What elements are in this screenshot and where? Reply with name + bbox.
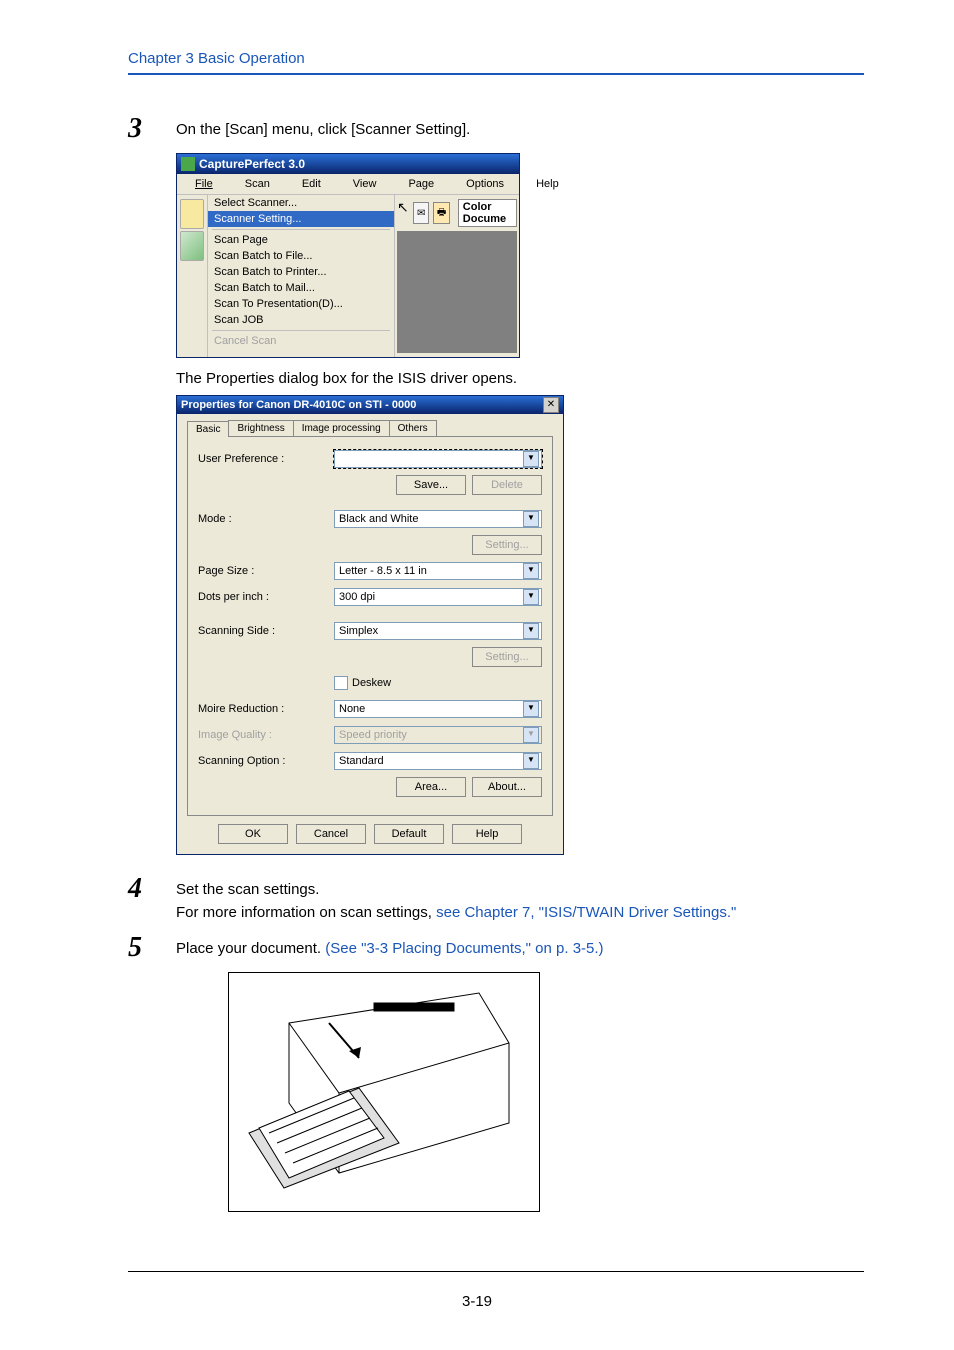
lbl-mode: Mode : bbox=[198, 513, 334, 525]
step-4-line2a: For more information on scan settings, bbox=[176, 904, 436, 921]
cursor-icon: ↖ bbox=[397, 199, 409, 216]
lbl-page-size: Page Size : bbox=[198, 565, 334, 577]
lbl-scanning-side: Scanning Side : bbox=[198, 625, 334, 637]
footer-rule bbox=[128, 1271, 864, 1272]
dd-sep-2 bbox=[212, 330, 390, 331]
side-setting-button: Setting... bbox=[472, 647, 542, 667]
combo-mode[interactable]: Black and White▼ bbox=[334, 510, 542, 528]
delete-button: Delete bbox=[472, 475, 542, 495]
dd-scan-batch-file[interactable]: Scan Batch to File... bbox=[208, 248, 394, 264]
dd-select-scanner[interactable]: Select Scanner... bbox=[208, 195, 394, 211]
lbl-deskew: Deskew bbox=[352, 677, 391, 689]
menu-page[interactable]: Page bbox=[392, 176, 450, 192]
combo-page-size[interactable]: Letter - 8.5 x 11 in▼ bbox=[334, 562, 542, 580]
chevron-down-icon: ▼ bbox=[523, 727, 539, 743]
cp-content-area bbox=[397, 231, 517, 353]
menu-view[interactable]: View bbox=[337, 176, 393, 192]
mail-icon[interactable]: ✉ bbox=[413, 202, 429, 224]
dd-scan-batch-mail[interactable]: Scan Batch to Mail... bbox=[208, 280, 394, 296]
scanner-svg bbox=[229, 973, 539, 1211]
props-title: Properties for Canon DR-4010C on STI - 0… bbox=[181, 399, 416, 411]
menu-scan[interactable]: Scan bbox=[229, 176, 286, 192]
chevron-down-icon: ▼ bbox=[523, 701, 539, 717]
lbl-image-quality: Image Quality : bbox=[198, 729, 334, 741]
cp-toolbar-left bbox=[177, 195, 208, 357]
dd-scan-batch-printer[interactable]: Scan Batch to Printer... bbox=[208, 264, 394, 280]
tab-basic[interactable]: Basic bbox=[187, 421, 229, 437]
cancel-button[interactable]: Cancel bbox=[296, 824, 366, 844]
tab-image-processing[interactable]: Image processing bbox=[293, 420, 390, 436]
cp-titlebar: CapturePerfect 3.0 bbox=[177, 154, 519, 174]
app-icon bbox=[181, 157, 195, 171]
chevron-down-icon: ▼ bbox=[523, 511, 539, 527]
default-button[interactable]: Default bbox=[374, 824, 444, 844]
color-docs-button[interactable]: Color Docume bbox=[458, 199, 517, 227]
page-number: 3-19 bbox=[0, 1293, 954, 1310]
lbl-dpi: Dots per inch : bbox=[198, 591, 334, 603]
combo-dpi[interactable]: 300 dpi▼ bbox=[334, 588, 542, 606]
chevron-down-icon: ▼ bbox=[523, 753, 539, 769]
lbl-scanning-option: Scanning Option : bbox=[198, 755, 334, 767]
step-5-number: 5 bbox=[128, 934, 176, 962]
step-4-number: 4 bbox=[128, 875, 176, 903]
scan-dropdown: Select Scanner... Scanner Setting... Sca… bbox=[208, 195, 394, 357]
header-rule bbox=[128, 73, 864, 75]
dd-scan-presentation[interactable]: Scan To Presentation(D)... bbox=[208, 296, 394, 312]
area-button[interactable]: Area... bbox=[396, 777, 466, 797]
help-button[interactable]: Help bbox=[452, 824, 522, 844]
menu-file[interactable]: File bbox=[179, 176, 229, 192]
step-4-line1: Set the scan settings. bbox=[176, 879, 864, 902]
chevron-down-icon: ▼ bbox=[523, 623, 539, 639]
tab-brightness[interactable]: Brightness bbox=[228, 420, 293, 436]
captureperfect-window: CapturePerfect 3.0 File Scan Edit View P… bbox=[176, 153, 520, 358]
printer-icon[interactable]: 🖶 bbox=[433, 202, 449, 224]
cp-right-pane: ↖ ✉ 🖶 Color Docume bbox=[394, 195, 519, 357]
combo-scanning-side[interactable]: Simplex▼ bbox=[334, 622, 542, 640]
ok-button[interactable]: OK bbox=[218, 824, 288, 844]
tab-others[interactable]: Others bbox=[389, 420, 437, 436]
step-3-text: On the [Scan] menu, click [Scanner Setti… bbox=[176, 115, 864, 142]
combo-user-pref[interactable]: ▼ bbox=[334, 450, 542, 468]
properties-dialog: Properties for Canon DR-4010C on STI - 0… bbox=[176, 395, 564, 855]
combo-moire[interactable]: None▼ bbox=[334, 700, 542, 718]
lbl-moire: Moire Reduction : bbox=[198, 703, 334, 715]
dd-scan-page[interactable]: Scan Page bbox=[208, 232, 394, 248]
props-tabs: Basic Brightness Image processing Others bbox=[187, 420, 553, 437]
props-titlebar: Properties for Canon DR-4010C on STI - 0… bbox=[177, 396, 563, 414]
menu-options[interactable]: Options bbox=[450, 176, 520, 192]
combo-image-quality: Speed priority▼ bbox=[334, 726, 542, 744]
deskew-checkbox[interactable]: Deskew bbox=[334, 676, 391, 690]
combo-scanning-option[interactable]: Standard▼ bbox=[334, 752, 542, 770]
scan-icon[interactable] bbox=[180, 231, 204, 261]
chevron-down-icon: ▼ bbox=[523, 589, 539, 605]
checkbox-icon bbox=[334, 676, 348, 690]
menu-edit[interactable]: Edit bbox=[286, 176, 337, 192]
close-icon[interactable]: ✕ bbox=[543, 397, 559, 413]
dd-cancel-scan: Cancel Scan bbox=[208, 333, 394, 349]
menu-help[interactable]: Help bbox=[520, 176, 575, 192]
chevron-down-icon: ▼ bbox=[523, 451, 539, 467]
cp-menubar: File Scan Edit View Page Options Help bbox=[177, 174, 519, 194]
link-chapter-7[interactable]: see Chapter 7, "ISIS/TWAIN Driver Settin… bbox=[436, 904, 736, 921]
about-button[interactable]: About... bbox=[472, 777, 542, 797]
chevron-down-icon: ▼ bbox=[523, 563, 539, 579]
between-text: The Properties dialog box for the ISIS d… bbox=[176, 370, 864, 387]
lbl-user-pref: User Preference : bbox=[198, 453, 334, 465]
chapter-header: Chapter 3 Basic Operation bbox=[128, 50, 864, 67]
mode-setting-button: Setting... bbox=[472, 535, 542, 555]
save-button[interactable]: Save... bbox=[396, 475, 466, 495]
cp-title: CapturePerfect 3.0 bbox=[199, 157, 305, 171]
dd-scanner-setting[interactable]: Scanner Setting... bbox=[208, 211, 394, 227]
scanner-illustration bbox=[228, 972, 540, 1212]
open-icon[interactable] bbox=[180, 199, 204, 229]
dd-scan-job[interactable]: Scan JOB bbox=[208, 312, 394, 328]
step-3-number: 3 bbox=[128, 115, 176, 143]
dd-sep bbox=[212, 229, 390, 230]
step-5-text: Place your document. bbox=[176, 940, 325, 957]
link-placing-documents[interactable]: (See "3-3 Placing Documents," on p. 3-5.… bbox=[325, 940, 603, 957]
